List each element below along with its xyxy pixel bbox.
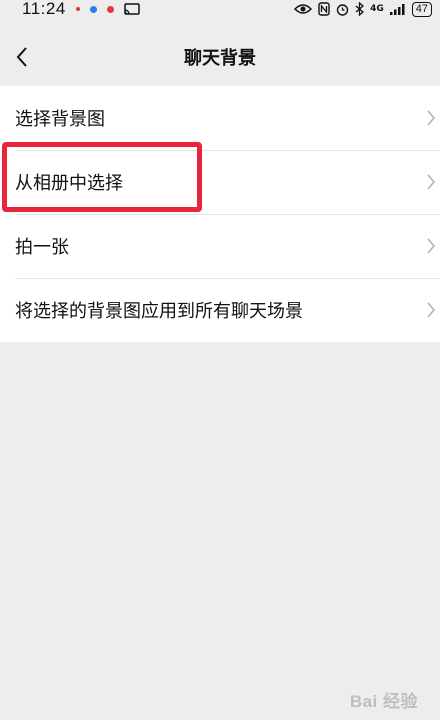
highlight-annotation-box [2, 142, 202, 212]
chevron-right-icon [427, 302, 436, 318]
list-item-take-photo[interactable]: 拍一张 [0, 214, 440, 278]
signal-icon [389, 4, 405, 15]
baidu-watermark: Bai 经验 [349, 692, 418, 711]
status-right: 4G 47 [294, 1, 432, 17]
notification-icon [75, 7, 80, 11]
battery-indicator: 47 [411, 1, 432, 17]
nfc-icon [318, 2, 330, 16]
list-item-label: 选择背景图 [15, 109, 105, 130]
cast-icon [124, 3, 140, 15]
status-left: 11:24 [22, 0, 140, 19]
chevron-right-icon [427, 110, 436, 126]
status-bar: 11:24 4G 47 [0, 0, 440, 18]
nav-bar: 聊天背景 [0, 34, 440, 80]
bluetooth-icon [355, 2, 365, 16]
settings-list: 选择背景图 从相册中选择 拍一张 将选择的背景图应用到所有聊天场景 [0, 86, 440, 342]
network-type: 4G [370, 4, 384, 14]
alarm-icon [336, 3, 349, 16]
app-notification-icon [89, 5, 97, 13]
app-notification-icon-2 [106, 5, 114, 13]
list-item-label: 将选择的背景图应用到所有聊天场景 [15, 301, 303, 322]
list-item-choose-background[interactable]: 选择背景图 [0, 86, 440, 150]
page-title: 聊天背景 [184, 48, 256, 69]
list-item-label: 拍一张 [15, 237, 69, 258]
eye-icon [294, 4, 313, 14]
chevron-right-icon [427, 238, 436, 254]
status-time: 11:24 [22, 0, 66, 18]
chevron-right-icon [427, 174, 436, 190]
list-item-apply-to-all-chats[interactable]: 将选择的背景图应用到所有聊天场景 [0, 278, 440, 342]
